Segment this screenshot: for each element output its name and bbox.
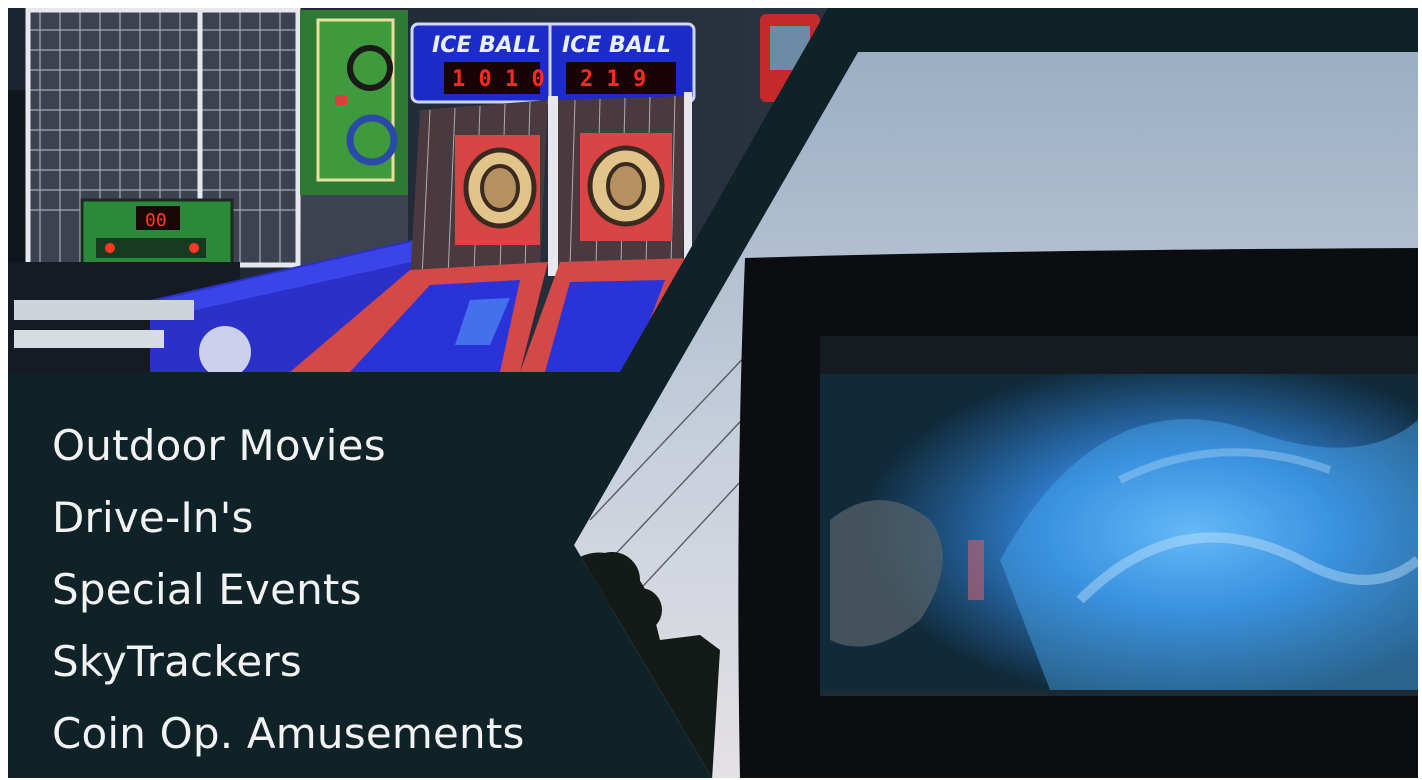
skeeball-score-right: 2 1 9 <box>580 67 646 92</box>
football-score: 00 <box>145 210 167 231</box>
service-coin-op-amusements: Coin Op. Amusements <box>52 709 525 758</box>
skeeball-sign-right: ICE BALL <box>562 33 671 58</box>
promo-banner: 00 ICE BALL ICE BALL 1 0 1 0 2 1 9 Outdo… <box>0 0 1422 780</box>
service-skytrackers: SkyTrackers <box>52 637 302 686</box>
service-drive-ins: Drive-In's <box>52 493 254 542</box>
skeeball-score-left: 1 0 1 0 <box>452 67 545 92</box>
services-list: Outdoor Movies Drive-In's Special Events… <box>52 410 525 770</box>
skeeball-sign-left: ICE BALL <box>432 33 541 58</box>
service-special-events: Special Events <box>52 565 362 614</box>
service-outdoor-movies: Outdoor Movies <box>52 421 386 470</box>
